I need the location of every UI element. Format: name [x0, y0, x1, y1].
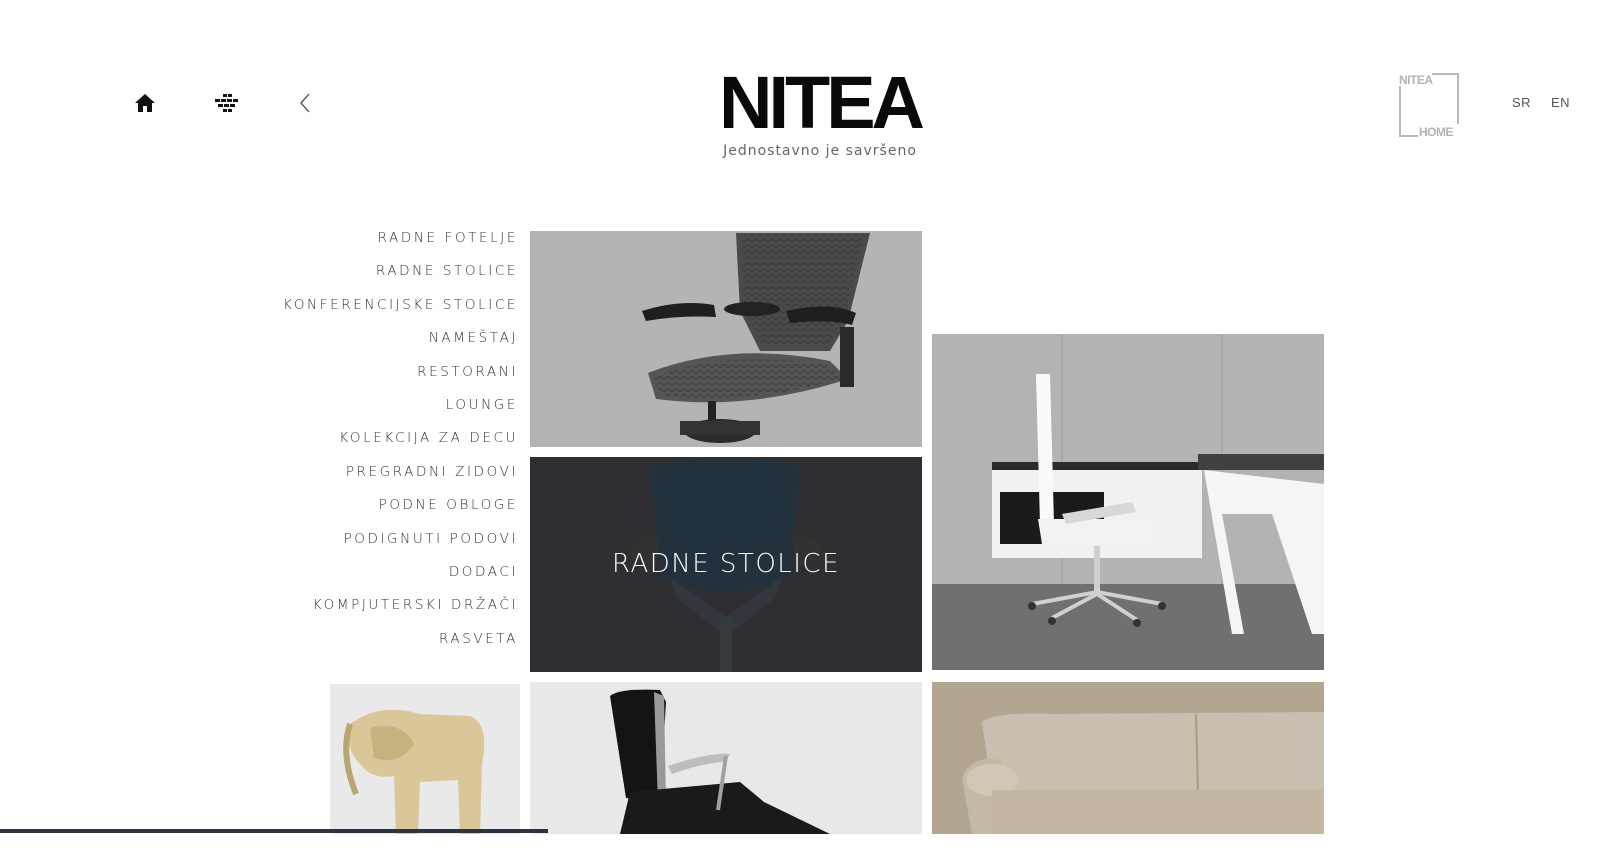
- conference-chair-image: [610, 689, 830, 834]
- menu-item-namestaj[interactable]: NAMEŠTAJ: [200, 328, 518, 361]
- menu-item-podignuti-podovi[interactable]: PODIGNUTI PODOVI: [200, 529, 518, 562]
- bottom-bar: [0, 829, 548, 833]
- menu-item-radne-fotelje[interactable]: RADNE FOTELJE: [200, 228, 518, 261]
- tile-radne-stolice[interactable]: RADNE STOLICE: [530, 457, 922, 672]
- nitea-home-badge[interactable]: NITEA HOME: [1398, 72, 1460, 139]
- menu-item-radne-stolice[interactable]: RADNE STOLICE: [200, 261, 518, 294]
- tile-executive-furniture[interactable]: [932, 334, 1324, 670]
- elephant-image: [330, 684, 520, 834]
- menu-item-konferencijske-stolice[interactable]: KONFERENCIJSKE STOLICE: [200, 295, 518, 328]
- executive-desk-image: [932, 334, 1324, 670]
- menu-item-dodaci[interactable]: DODACI: [200, 562, 518, 595]
- menu-item-kompjuterski-drzaci[interactable]: KOMPJUTERSKI DRŽAČI: [200, 595, 518, 628]
- tile-kids-collection[interactable]: [330, 684, 520, 834]
- badge-top-text: NITEA: [1399, 73, 1433, 87]
- brand-name: NITEA: [719, 70, 924, 134]
- lang-en[interactable]: EN: [1551, 95, 1570, 110]
- office-armchair-image: [642, 233, 870, 443]
- category-menu: RADNE FOTELJE RADNE STOLICE KONFERENCIJS…: [200, 228, 518, 662]
- tile-lounge-sofa[interactable]: [932, 682, 1324, 834]
- tagline: Jednostavno je savršeno: [723, 143, 917, 159]
- menu-item-rasveta[interactable]: RASVETA: [200, 629, 518, 662]
- menu-item-restorani[interactable]: RESTORANI: [200, 362, 518, 395]
- menu-item-lounge[interactable]: LOUNGE: [200, 395, 518, 428]
- grid-icon[interactable]: [212, 88, 242, 118]
- brand-logo[interactable]: NITEA: [712, 61, 928, 144]
- tile-office-armchair[interactable]: [530, 231, 922, 447]
- badge-bottom-text: HOME: [1419, 125, 1453, 138]
- menu-item-pregradni-zidovi[interactable]: PREGRADNI ZIDOVI: [200, 462, 518, 495]
- menu-item-podne-obloge[interactable]: PODNE OBLOGE: [200, 495, 518, 528]
- chevron-left-icon[interactable]: [290, 88, 320, 118]
- sofa-image: [932, 682, 1324, 834]
- lang-sr[interactable]: SR: [1512, 95, 1531, 110]
- tile-label-radne-stolice: RADNE STOLICE: [611, 549, 841, 579]
- menu-item-kolekcija-za-decu[interactable]: KOLEKCIJA ZA DECU: [200, 428, 518, 461]
- tile-conference-chair[interactable]: [530, 682, 922, 834]
- home-icon[interactable]: [130, 88, 160, 118]
